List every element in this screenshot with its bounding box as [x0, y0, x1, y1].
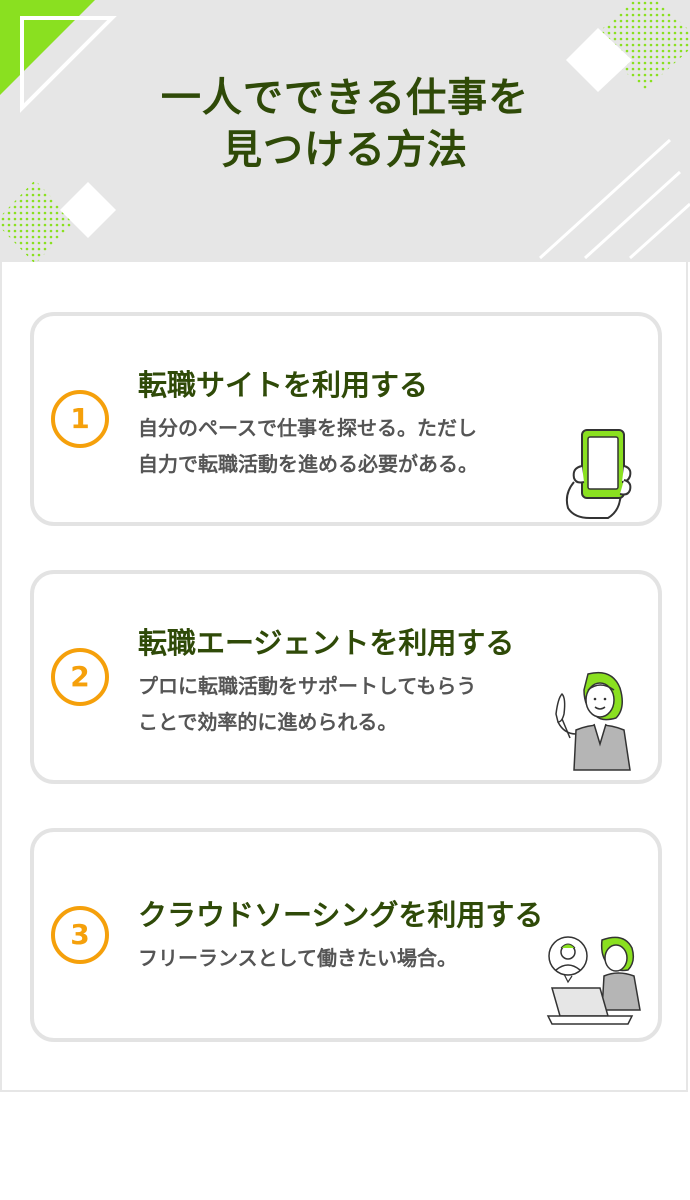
description-line: ことで効率的に進められる。	[138, 710, 398, 734]
header-banner: 一人でできる仕事を 見つける方法	[0, 0, 690, 262]
method-card-1: 1 転職サイトを利用する 自分のペースで仕事を探せる。ただし 自力で転職活動を進…	[30, 312, 662, 526]
laptop-video-call-icon	[546, 936, 641, 1025]
card-title: クラウドソーシングを利用する	[138, 898, 544, 932]
step-number-badge: 1	[51, 390, 109, 448]
diagonal-line	[583, 170, 682, 260]
dotted-diamond-bottom-left	[0, 180, 75, 262]
card-description: 自分のペースで仕事を探せる。ただし 自力で転職活動を進める必要がある。	[138, 410, 478, 482]
description-line: 自力で転職活動を進める必要がある。	[138, 452, 478, 476]
white-diamond-bottom-left	[60, 182, 116, 238]
agent-woman-pointing-icon	[555, 671, 631, 771]
card-title: 転職サイトを利用する	[138, 368, 429, 402]
description-line: 自分のペースで仕事を探せる。ただし	[138, 416, 477, 440]
title-line: 一人でできる仕事を	[160, 75, 530, 121]
card-description: フリーランスとして働きたい場合。	[138, 940, 457, 976]
description-line: プロに転職活動をサポートしてもらう	[138, 674, 477, 698]
card-title: 転職エージェントを利用する	[138, 626, 515, 660]
smartphone-in-hand-icon	[565, 429, 632, 519]
method-card-3: 3 クラウドソーシングを利用する フリーランスとして働きたい場合。	[30, 828, 662, 1042]
diagonal-line	[628, 202, 690, 260]
step-number-badge: 2	[51, 648, 109, 706]
title-line: 見つける方法	[222, 127, 468, 173]
method-card-2: 2 転職エージェントを利用する プロに転職活動をサポートしてもらう ことで効率的…	[30, 570, 662, 784]
page-title: 一人でできる仕事を 見つける方法	[0, 72, 690, 176]
card-description: プロに転職活動をサポートしてもらう ことで効率的に進められる。	[138, 668, 476, 740]
step-number-badge: 3	[51, 906, 109, 964]
description-line: フリーランスとして働きたい場合。	[138, 946, 457, 970]
